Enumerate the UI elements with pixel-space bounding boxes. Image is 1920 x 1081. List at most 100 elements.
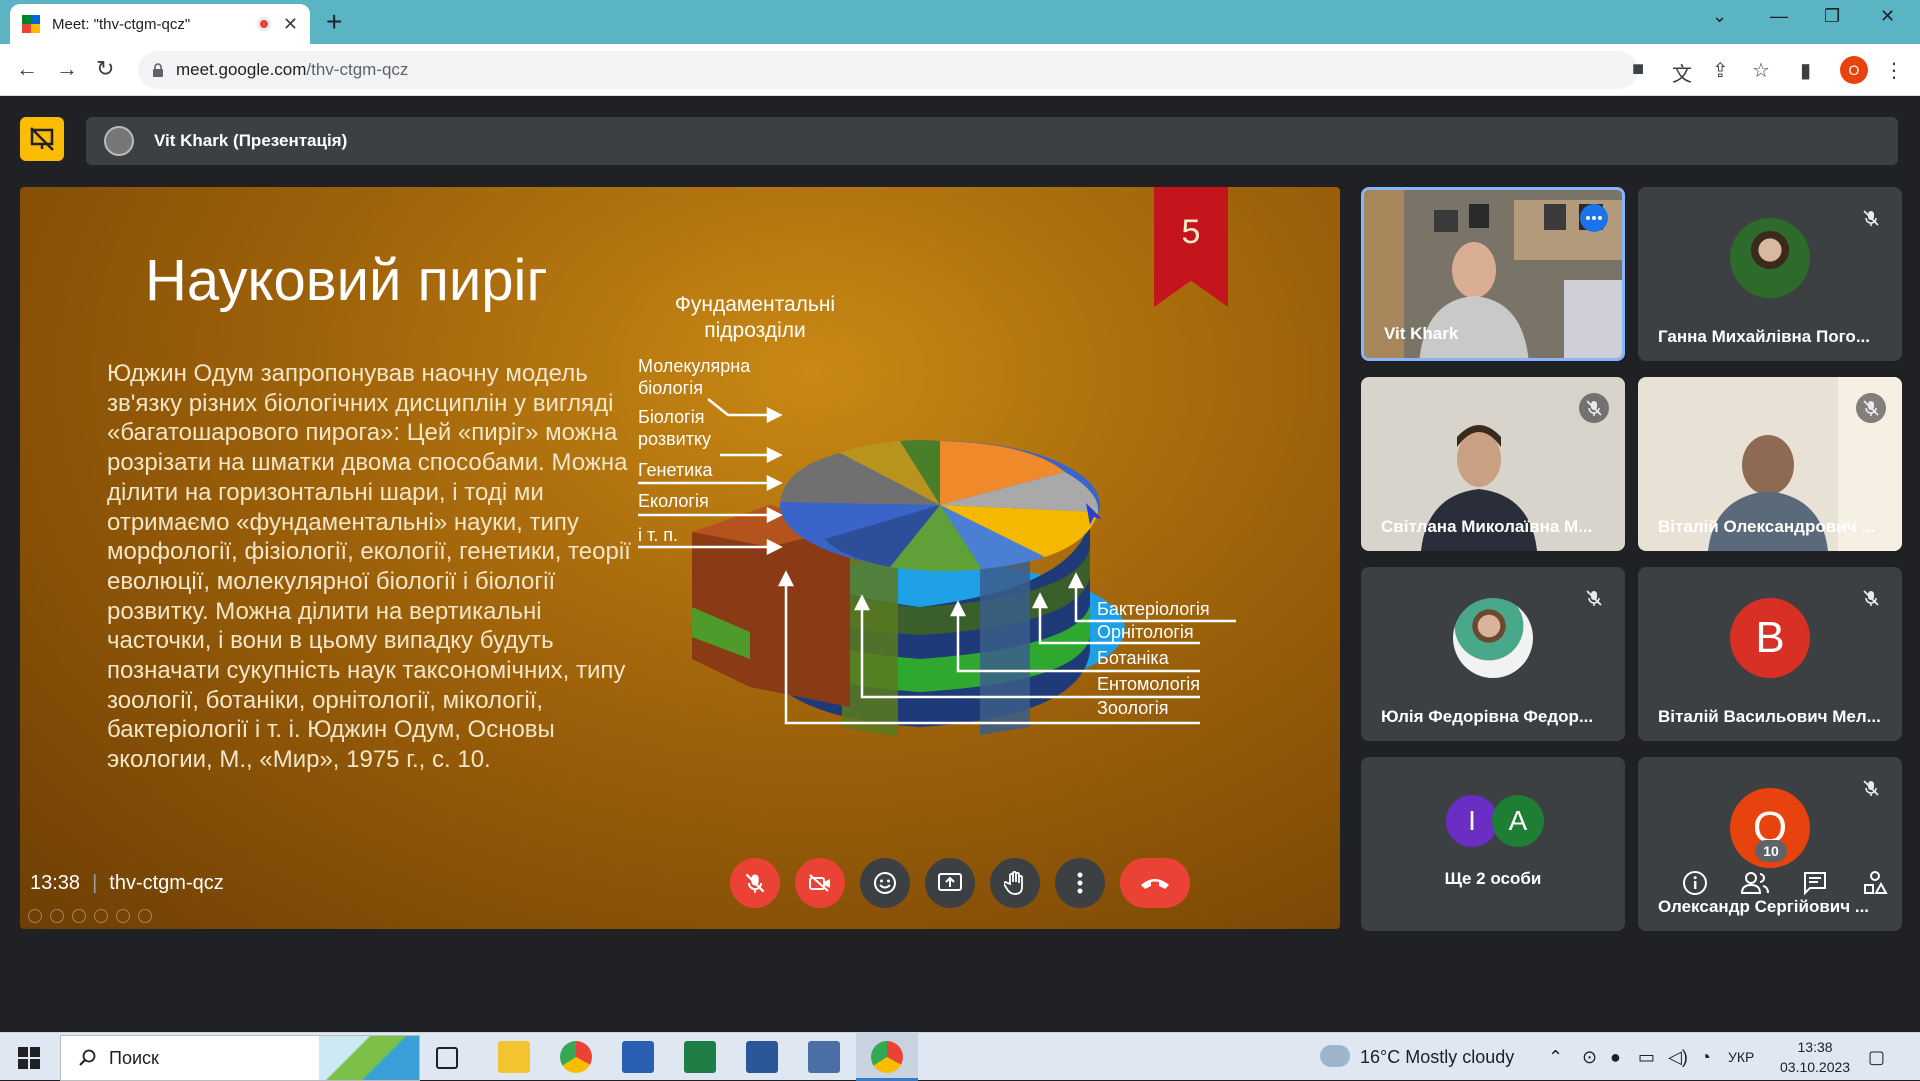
language-indicator[interactable]: УКР: [1728, 1049, 1754, 1065]
calculator-icon[interactable]: [808, 1041, 840, 1073]
present-screen-button[interactable]: [925, 858, 975, 908]
weather-text[interactable]: 16°C Mostly cloudy: [1360, 1047, 1514, 1068]
participant-tile[interactable]: Vit Khark: [1361, 187, 1625, 361]
battery-icon[interactable]: ▭: [1638, 1047, 1655, 1068]
meeting-code: thv-ctgm-qcz: [109, 872, 224, 894]
group-avatar-1: І: [1446, 795, 1498, 847]
new-tab-button[interactable]: +: [326, 6, 342, 38]
clock-date: 03.10.2023: [1780, 1059, 1851, 1075]
minimize-button[interactable]: —: [1770, 6, 1788, 27]
participant-tile[interactable]: Ганна Михайлівна Пого...: [1638, 187, 1902, 361]
taskbar-clock[interactable]: 13:38 03.10.2023: [1780, 1037, 1850, 1077]
search-placeholder: Поиск: [109, 1047, 159, 1068]
save-app-icon[interactable]: [622, 1041, 654, 1073]
chrome-active-task[interactable]: [856, 1033, 918, 1081]
chat-icon[interactable]: [1800, 868, 1830, 898]
browser-tab-strip: Meet: "thv-ctgm-qcz" ✕ + ⌄ — ❐ ✕: [0, 0, 1920, 44]
people-icon[interactable]: [1740, 868, 1770, 898]
more-options-button[interactable]: [1055, 858, 1105, 908]
chrome-icon: [871, 1041, 903, 1073]
tray-overflow-icon[interactable]: ⌃: [1548, 1047, 1563, 1068]
mic-toggle-button[interactable]: [730, 858, 780, 908]
camera-toggle-button[interactable]: [795, 858, 845, 908]
participant-tile[interactable]: Віталій Олександрович ...: [1638, 377, 1902, 551]
participant-tile[interactable]: Юлія Федорівна Федор...: [1361, 567, 1625, 741]
weather-icon: [1320, 1045, 1350, 1067]
group-avatar-2: А: [1492, 795, 1544, 847]
prev-slide-icon[interactable]: [28, 909, 42, 923]
word-icon[interactable]: [746, 1041, 778, 1073]
back-button[interactable]: ←: [16, 56, 38, 82]
taskbar-search-box[interactable]: Поиск: [60, 1035, 420, 1081]
participant-avatar: [1730, 218, 1810, 298]
volume-icon[interactable]: ◁): [1668, 1047, 1688, 1068]
microphone-tray-icon[interactable]: ●: [1610, 1047, 1621, 1068]
participant-name: Світлана Миколаївна М...: [1381, 517, 1593, 536]
meet-tray-icon[interactable]: ⊙: [1582, 1047, 1597, 1068]
address-bar[interactable]: meet.google.com/thv-ctgm-qcz: [138, 51, 1638, 89]
notifications-icon[interactable]: ▢: [1868, 1047, 1885, 1068]
chrome-icon[interactable]: [560, 1041, 592, 1073]
participant-tile[interactable]: В Віталій Васильович Мел...: [1638, 567, 1902, 741]
tab-search-icon[interactable]: ⌄: [1712, 6, 1727, 27]
task-view-icon[interactable]: [436, 1047, 458, 1069]
presenter-label: Vit Khark (Презентація): [154, 131, 348, 150]
lock-icon: [153, 63, 163, 77]
reload-button[interactable]: ↻: [96, 56, 114, 82]
label-development-1: Біологія: [638, 407, 704, 427]
windows-start-icon[interactable]: [18, 1047, 40, 1069]
more-icon[interactable]: [138, 909, 152, 923]
translate-icon[interactable]: 文: [1672, 58, 1692, 87]
more-options-icon[interactable]: [1580, 204, 1608, 232]
participant-name: Ганна Михайлівна Пого...: [1658, 327, 1870, 346]
meeting-info-icon[interactable]: [1680, 868, 1710, 898]
diagram-heading-1: Фундаментальні: [675, 293, 835, 316]
next-slide-icon[interactable]: [50, 909, 64, 923]
zoom-icon[interactable]: [116, 909, 130, 923]
participant-avatar: [1453, 598, 1533, 678]
presenter-avatar: [104, 126, 134, 156]
wifi-icon[interactable]: ◔: [1700, 1047, 1711, 1068]
camera-in-use-icon[interactable]: ■: [1632, 58, 1644, 81]
stop-presenting-view-button[interactable]: [20, 117, 64, 161]
search-highlight-image: [319, 1036, 419, 1080]
mic-off-icon: [1856, 393, 1886, 423]
browser-toolbar: ← → ↻ meet.google.com/thv-ctgm-qcz ■ 文 ⇪…: [0, 44, 1920, 96]
activities-icon[interactable]: [1860, 868, 1890, 898]
close-tab-icon[interactable]: ✕: [283, 14, 298, 35]
participant-name: Віталій Васильович Мел...: [1658, 707, 1881, 726]
browser-tab-meet[interactable]: Meet: "thv-ctgm-qcz" ✕: [10, 4, 310, 44]
participant-name: Олександр Сергійович ...: [1658, 897, 1870, 916]
browser-menu-icon[interactable]: ⋮: [1884, 58, 1904, 83]
reactions-button[interactable]: [860, 858, 910, 908]
url-host: meet.google.com: [176, 60, 307, 79]
slide-title: Науковий пиріг: [145, 248, 548, 313]
slide-number: 5: [1181, 213, 1201, 251]
label-molecular-2: біологія: [638, 378, 703, 398]
google-meet-icon: [22, 15, 40, 33]
mic-off-icon: [1579, 583, 1609, 613]
label-ornithology: Орнітологія: [1097, 622, 1194, 642]
participant-group-tile[interactable]: І А Ще 2 особи: [1361, 757, 1625, 931]
file-explorer-icon[interactable]: [498, 1041, 530, 1073]
forward-button[interactable]: →: [56, 56, 78, 82]
mic-off-icon: [1856, 583, 1886, 613]
side-panel-icon[interactable]: ▮: [1800, 58, 1811, 83]
pen-icon[interactable]: [72, 909, 86, 923]
raise-hand-button[interactable]: [990, 858, 1040, 908]
tab-title: Meet: "thv-ctgm-qcz": [52, 15, 191, 33]
slides-grid-icon[interactable]: [94, 909, 108, 923]
participant-name: Vit Khark: [1384, 324, 1459, 343]
share-icon[interactable]: ⇪: [1712, 58, 1729, 83]
bookmark-star-icon[interactable]: ☆: [1752, 58, 1770, 83]
leave-call-button[interactable]: [1120, 858, 1190, 908]
participant-name: Юлія Федорівна Федор...: [1381, 707, 1594, 726]
close-window-button[interactable]: ✕: [1880, 6, 1895, 27]
profile-avatar[interactable]: O: [1840, 56, 1868, 84]
restore-button[interactable]: ❐: [1824, 6, 1840, 27]
excel-icon[interactable]: [684, 1041, 716, 1073]
search-icon: [79, 1049, 96, 1066]
label-entomology: Ентомологія: [1097, 674, 1200, 694]
presentation-icon: [30, 127, 54, 151]
participant-tile[interactable]: Світлана Миколаївна М...: [1361, 377, 1625, 551]
